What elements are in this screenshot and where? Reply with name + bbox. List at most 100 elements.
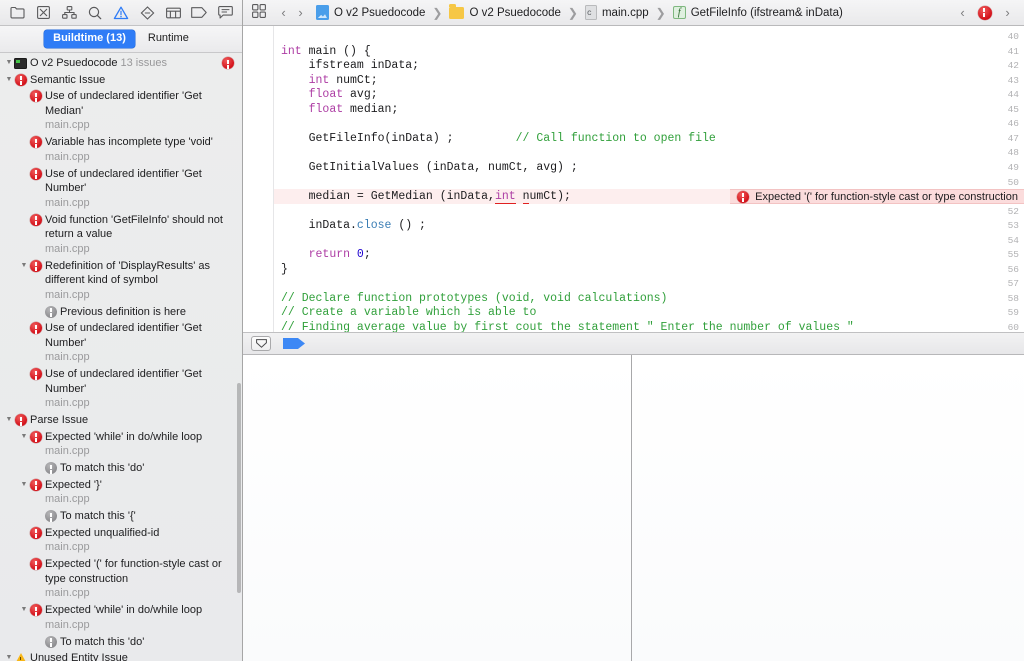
line-number[interactable]: 56 [993, 263, 1019, 278]
source-control-navigator-icon[interactable] [32, 3, 54, 23]
issue-list[interactable]: ▼ O v2 Psuedocode 13 issues ▼Semantic Is… [0, 53, 242, 661]
disclosure-triangle-icon[interactable]: ▼ [19, 430, 29, 444]
variables-view[interactable] [243, 355, 632, 661]
line-number-gutter[interactable] [243, 26, 274, 332]
issue-count-badge[interactable] [978, 6, 992, 20]
code-line[interactable]: // Declare function prototypes (void, vo… [281, 292, 667, 307]
breadcrumb-item-file[interactable]: main.cpp [584, 5, 650, 20]
breadcrumb-item-symbol[interactable]: f GetFileInfo (ifstream& inData) [672, 6, 844, 19]
issue-row[interactable]: ▼Use of undeclared identifier 'Get Numbe… [0, 320, 242, 366]
issue-row[interactable]: ▼Use of undeclared identifier 'Get Media… [0, 88, 242, 134]
line-number[interactable]: 41 [993, 45, 1019, 60]
issue-row[interactable]: ▼Use of undeclared identifier 'Get Numbe… [0, 366, 242, 412]
code-line[interactable]: ifstream inData; [281, 59, 419, 74]
line-number[interactable]: 55 [993, 248, 1019, 263]
navigator-scrollbar[interactable] [237, 383, 241, 593]
line-number[interactable]: 47 [993, 132, 1019, 147]
code-line[interactable]: GetFileInfo(inData) ; // Call function t… [281, 132, 716, 147]
code-line[interactable]: float median; [281, 103, 398, 118]
line-number[interactable]: 49 [993, 161, 1019, 176]
line-number[interactable]: 46 [993, 117, 1019, 132]
disclosure-triangle-icon[interactable]: ▼ [4, 73, 14, 87]
issue-row[interactable]: ▼Void function 'GetFileInfo' should not … [0, 212, 242, 258]
line-number[interactable]: 43 [993, 74, 1019, 89]
line-number[interactable]: 58 [993, 292, 1019, 307]
issue-row[interactable]: ▼Expected unqualified-idmain.cpp [0, 525, 242, 557]
source-code-editor[interactable]: 40 41int main () {42 ifstream inData;43 … [243, 26, 1024, 333]
code-line[interactable] [281, 234, 288, 249]
line-number[interactable]: 52 [993, 205, 1019, 220]
project-navigator-icon[interactable] [6, 3, 28, 23]
code-line[interactable] [281, 176, 288, 191]
editor-options-icon[interactable] [252, 4, 266, 21]
issue-project-row[interactable]: ▼ O v2 Psuedocode 13 issues [0, 55, 242, 72]
activate-breakpoints-button[interactable] [283, 338, 305, 349]
line-number[interactable]: 60 [993, 321, 1019, 333]
code-line[interactable] [281, 146, 288, 161]
jumpbar-back-button[interactable]: ‹ [275, 6, 292, 19]
disclosure-triangle-icon[interactable]: ▼ [4, 56, 14, 70]
code-line[interactable] [281, 277, 288, 292]
line-number[interactable]: 50 [993, 176, 1019, 191]
previous-issue-button[interactable]: ‹ [954, 6, 971, 19]
code-line[interactable]: } [281, 263, 288, 278]
line-number[interactable]: 54 [993, 234, 1019, 249]
line-number[interactable]: 48 [993, 146, 1019, 161]
code-line[interactable]: // Finding average value by first cout t… [281, 321, 854, 333]
issue-group-row[interactable]: ▼Parse Issue [0, 412, 242, 429]
code-line[interactable] [281, 117, 288, 132]
debug-navigator-icon[interactable] [162, 3, 184, 23]
code-line[interactable]: int numCt; [281, 74, 378, 89]
issue-row[interactable]: ▼Expected '}'main.cpp [0, 477, 242, 509]
line-number[interactable]: 42 [993, 59, 1019, 74]
symbol-navigator-icon[interactable] [58, 3, 80, 23]
line-number[interactable]: 40 [993, 30, 1019, 45]
issue-note-row[interactable]: ▼Previous definition is here [0, 304, 242, 321]
disclosure-triangle-icon[interactable]: ▼ [4, 413, 14, 427]
tab-runtime[interactable]: Runtime [139, 30, 198, 48]
code-line[interactable]: GetInitialValues (inData, numCt, avg) ; [281, 161, 578, 176]
line-number[interactable]: 59 [993, 306, 1019, 321]
code-line[interactable] [281, 205, 288, 220]
function-icon: f [673, 6, 686, 19]
disclosure-triangle-icon[interactable]: ▼ [4, 651, 14, 661]
disclosure-triangle-icon[interactable]: ▼ [19, 478, 29, 492]
code-line[interactable]: // Create a variable which is able to [281, 306, 536, 321]
jumpbar-forward-button[interactable]: › [292, 6, 309, 19]
test-navigator-icon[interactable] [136, 3, 158, 23]
code-line[interactable]: float avg; [281, 88, 378, 103]
code-line[interactable]: return 0; [281, 248, 371, 263]
line-number[interactable]: 44 [993, 88, 1019, 103]
issue-note-row[interactable]: ▼To match this '{' [0, 508, 242, 525]
variables-view-options-button[interactable] [251, 336, 271, 351]
code-line[interactable] [281, 30, 288, 45]
disclosure-triangle-icon[interactable]: ▼ [19, 259, 29, 273]
issue-note-row[interactable]: ▼To match this 'do' [0, 460, 242, 477]
issue-group-row[interactable]: ▼Unused Entity Issue [0, 650, 242, 661]
issue-note-row[interactable]: ▼To match this 'do' [0, 634, 242, 651]
tab-buildtime[interactable]: Buildtime (13) [44, 30, 135, 48]
code-line[interactable]: median = GetMedian (inData,int numCt); [281, 190, 571, 205]
disclosure-triangle-icon[interactable]: ▼ [19, 603, 29, 617]
issue-row[interactable]: ▼Use of undeclared identifier 'Get Numbe… [0, 166, 242, 212]
code-line[interactable]: int main () { [281, 45, 371, 60]
breakpoint-navigator-icon[interactable] [188, 3, 210, 23]
report-navigator-icon[interactable] [214, 3, 236, 23]
line-number[interactable]: 57 [993, 277, 1019, 292]
issue-navigator-icon[interactable] [110, 3, 132, 23]
line-number[interactable]: 45 [993, 103, 1019, 118]
breadcrumb-item-project[interactable]: O v2 Psuedocode [315, 5, 426, 20]
issue-row[interactable]: ▼Expected 'while' in do/while loopmain.c… [0, 602, 242, 634]
inline-error-banner[interactable]: Expected '(' for function-style cast or … [730, 189, 1024, 204]
code-line[interactable]: inData.close () ; [281, 219, 426, 234]
breadcrumb-item-folder[interactable]: O v2 Psuedocode [448, 7, 561, 19]
next-issue-button[interactable]: › [999, 6, 1016, 19]
line-number[interactable]: 53 [993, 219, 1019, 234]
console-view[interactable] [632, 355, 1024, 661]
issue-row[interactable]: ▼Expected '(' for function-style cast or… [0, 556, 242, 602]
issue-row[interactable]: ▼Variable has incomplete type 'void'main… [0, 134, 242, 166]
issue-row[interactable]: ▼Redefinition of 'DisplayResults' as dif… [0, 258, 242, 304]
issue-group-row[interactable]: ▼Semantic Issue [0, 72, 242, 89]
issue-row[interactable]: ▼Expected 'while' in do/while loopmain.c… [0, 429, 242, 461]
find-navigator-icon[interactable] [84, 3, 106, 23]
